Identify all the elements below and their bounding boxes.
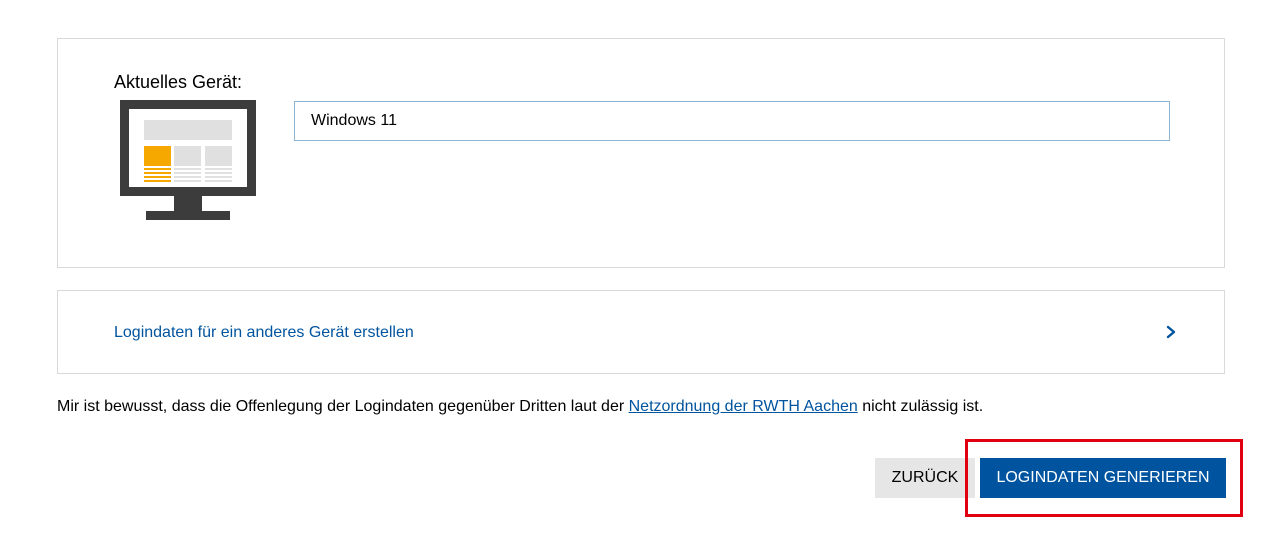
network-regulations-link[interactable]: Netzordnung der RWTH Aachen xyxy=(629,398,858,415)
back-button[interactable]: ZURÜCK xyxy=(875,458,975,498)
generate-login-data-button[interactable]: LOGINDATEN GENERIEREN xyxy=(980,458,1226,498)
other-device-link-card[interactable]: Logindaten für ein anderes Gerät erstell… xyxy=(57,290,1225,374)
disclosure-notice: Mir ist bewusst, dass die Offenlegung de… xyxy=(57,398,983,416)
other-device-link-label: Logindaten für ein anderes Gerät erstell… xyxy=(114,324,414,341)
current-device-card: Aktuelles Gerät: xyxy=(57,38,1225,268)
page: Aktuelles Gerät: Windows 11 Logindaten f… xyxy=(0,0,1267,543)
device-name-input[interactable] xyxy=(294,101,1170,141)
current-device-title: Aktuelles Gerät: xyxy=(114,72,243,92)
monitor-icon xyxy=(120,100,256,220)
notice-suffix: nicht zulässig ist. xyxy=(857,398,984,415)
notice-prefix: Mir ist bewusst, dass die Offenlegung de… xyxy=(57,398,629,415)
chevron-right-icon xyxy=(1166,325,1176,339)
